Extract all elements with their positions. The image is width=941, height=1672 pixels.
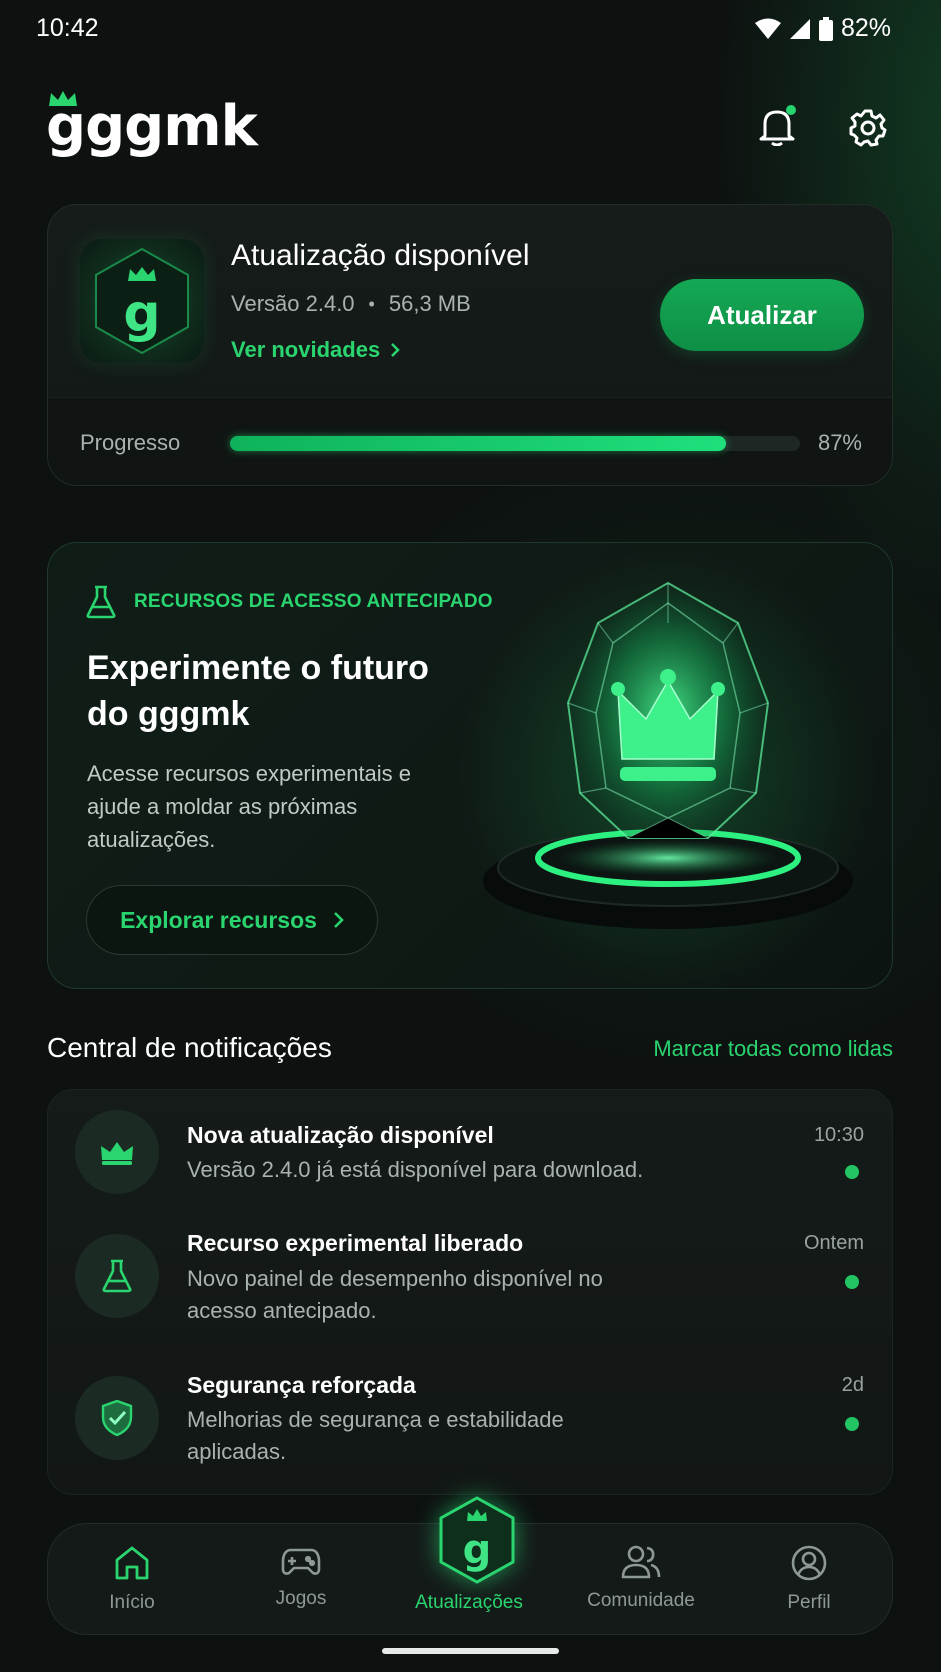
notification-time: 2d	[841, 1374, 864, 1396]
explore-features-label: Explorar recursos	[120, 906, 317, 933]
nav-label-updates: Atualizações	[415, 1592, 523, 1613]
notification-icon	[75, 1110, 159, 1194]
notifications-button[interactable]	[749, 98, 805, 154]
progress-row: Progresso 87%	[48, 397, 892, 485]
community-icon	[621, 1545, 661, 1579]
update-meta: Versão 2.4.0 • 56,3 MB	[231, 291, 471, 317]
wifi-icon	[754, 18, 781, 39]
gggmk-badge-icon: g	[95, 247, 189, 355]
update-button[interactable]: Atualizar	[660, 279, 864, 351]
update-version: Versão 2.4.0	[231, 291, 355, 316]
status-icons: 82%	[754, 14, 891, 43]
gggmk-badge-icon: g	[439, 1496, 515, 1584]
unread-indicator	[845, 1165, 859, 1179]
early-access-card: RECURSOS DE ACESSO ANTECIPADO Experiment…	[47, 542, 893, 989]
notification-time: 10:30	[813, 1124, 864, 1146]
notification-icon	[75, 1376, 159, 1460]
crystal-crown-illustration	[483, 581, 853, 929]
app-logo: gggmk	[46, 88, 258, 168]
notifications-title: Central de notificações	[47, 1032, 332, 1063]
home-indicator[interactable]	[382, 1648, 559, 1654]
notification-body: Novo painel de desempenho disponível no …	[187, 1266, 603, 1323]
early-access-title: Experimente o futuro do gggmk	[87, 649, 429, 733]
shield-check-icon	[101, 1399, 133, 1437]
progress-fill	[230, 436, 726, 451]
progress-percent: 87%	[817, 430, 862, 455]
battery-percent: 82%	[840, 14, 891, 42]
notification-icon	[75, 1234, 159, 1318]
update-card: g Atualização disponível Versão 2.4.0 • …	[47, 204, 893, 486]
nav-label-profile: Perfil	[787, 1592, 831, 1613]
progress-bar	[230, 436, 800, 451]
logo-text: gggmk	[46, 94, 258, 159]
crown-icon	[101, 1142, 133, 1165]
notification-item[interactable]: Nova atualização disponível Versão 2.4.0…	[48, 1090, 892, 1220]
nav-label-community: Comunidade	[587, 1590, 695, 1611]
flask-icon	[86, 585, 116, 619]
chevron-right-icon	[391, 343, 400, 357]
notification-title: Segurança reforçada	[187, 1372, 416, 1398]
update-title: Atualização disponível	[231, 239, 530, 272]
chevron-right-icon	[334, 912, 344, 928]
flask-icon	[102, 1259, 132, 1293]
nav-item-games[interactable]: Jogos	[226, 1544, 376, 1610]
notification-body: Melhorias de segurança e estabilidade ap…	[187, 1407, 564, 1464]
unread-dot	[786, 105, 796, 115]
settings-button[interactable]	[840, 100, 896, 156]
notification-title: Recurso experimental liberado	[187, 1230, 524, 1256]
status-time: 10:42	[36, 14, 99, 42]
explore-features-button[interactable]: Explorar recursos	[86, 885, 378, 955]
nav-item-profile[interactable]: Perfil	[734, 1544, 884, 1614]
update-size: 56,3 MB	[388, 291, 471, 316]
notification-title: Nova atualização disponível	[187, 1122, 494, 1148]
notifications-list: Nova atualização disponível Versão 2.4.0…	[47, 1089, 893, 1495]
notification-item[interactable]: Recurso experimental liberado Novo paine…	[48, 1220, 892, 1350]
progress-label: Progresso	[80, 430, 181, 455]
app-icon: g	[80, 239, 204, 363]
mark-all-read-link[interactable]: Marcar todas como lidas	[653, 1036, 893, 1062]
unread-indicator	[845, 1275, 859, 1289]
bottom-navigation: Início Jogos Atualizações g Comunidade P…	[47, 1496, 893, 1635]
whats-new-label: Ver novidades	[231, 337, 381, 362]
battery-icon	[818, 16, 833, 41]
updates-badge[interactable]: g	[434, 1492, 520, 1588]
unread-indicator	[845, 1417, 859, 1431]
home-icon	[115, 1546, 149, 1580]
early-access-badge-label: RECURSOS DE ACESSO ANTECIPADO	[134, 591, 493, 612]
notification-item[interactable]: Segurança reforçada Melhorias de seguran…	[48, 1360, 892, 1490]
whats-new-link[interactable]: Ver novidades	[231, 337, 400, 363]
nav-item-community[interactable]: Comunidade	[566, 1544, 716, 1612]
gamepad-icon	[281, 1548, 321, 1575]
nav-label-home: Início	[109, 1592, 155, 1613]
nav-item-home[interactable]: Início	[57, 1544, 207, 1614]
meta-separator: •	[368, 293, 375, 314]
cellular-icon	[789, 18, 810, 39]
early-access-badge: RECURSOS DE ACESSO ANTECIPADO	[86, 585, 493, 619]
nav-label-games: Jogos	[275, 1588, 327, 1609]
profile-icon	[791, 1545, 827, 1581]
notification-body: Versão 2.4.0 já está disponível para dow…	[187, 1157, 644, 1182]
svg-text:g: g	[123, 284, 160, 344]
svg-text:g: g	[463, 1527, 492, 1573]
early-access-description: Acesse recursos experimentais e ajude a …	[87, 761, 412, 852]
notification-time: Ontem	[803, 1232, 864, 1254]
gear-icon	[849, 109, 887, 147]
